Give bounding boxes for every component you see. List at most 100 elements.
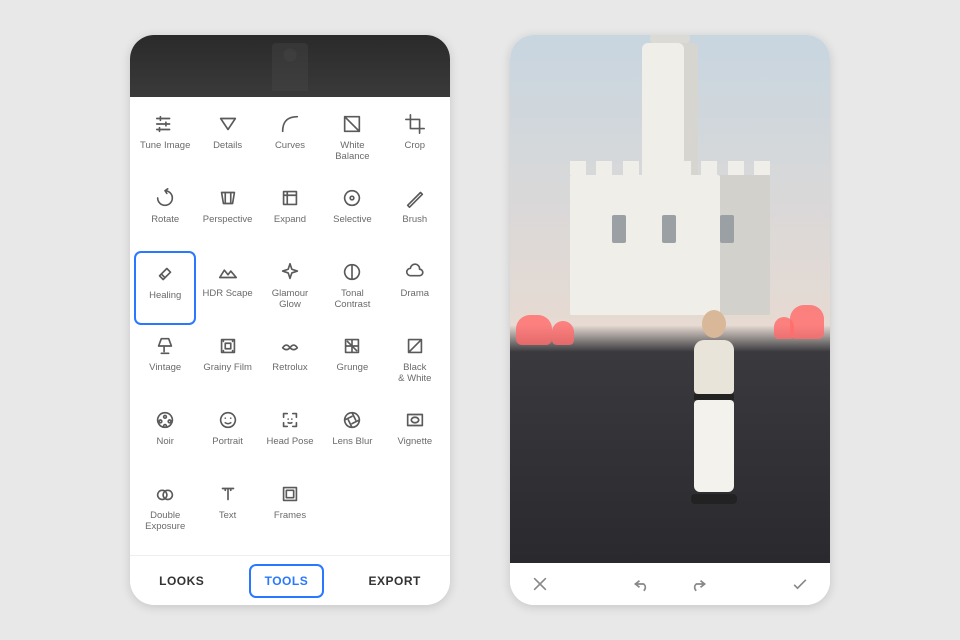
grunge-icon	[339, 333, 365, 359]
tool-label: Details	[213, 141, 242, 152]
tool-frames[interactable]: Frames	[259, 473, 321, 547]
tool-hdr-scape[interactable]: HDR Scape	[196, 251, 258, 325]
tool-label: Vintage	[149, 363, 181, 374]
tool-lens-blur[interactable]: Lens Blur	[321, 399, 383, 473]
bandage-icon	[152, 261, 178, 287]
tool-grunge[interactable]: Grunge	[321, 325, 383, 399]
tool-label: White Balance	[335, 141, 369, 163]
tool-label: Double Exposure	[145, 511, 185, 533]
bw-icon	[402, 333, 428, 359]
tool-label: Black & White	[398, 363, 431, 385]
tool-rotate[interactable]: Rotate	[134, 177, 196, 251]
tool-expand[interactable]: Expand	[259, 177, 321, 251]
tool-tune-image[interactable]: Tune Image	[134, 103, 196, 177]
frame-icon	[277, 481, 303, 507]
tool-label: Glamour Glow	[272, 289, 308, 311]
tool-label: Grunge	[337, 363, 369, 374]
tool-label: HDR Scape	[203, 289, 253, 300]
lamp-icon	[152, 333, 178, 359]
apply-button[interactable]	[784, 568, 816, 600]
tool-label: Selective	[333, 215, 372, 226]
tool-label: Grainy Film	[203, 363, 252, 374]
healing-mark[interactable]	[774, 317, 794, 339]
brush-icon	[402, 185, 428, 211]
tool-tonal-contrast[interactable]: Tonal Contrast	[321, 251, 383, 325]
tool-retrolux[interactable]: Retrolux	[259, 325, 321, 399]
tool-perspective[interactable]: Perspective	[196, 177, 258, 251]
photo-subject-person	[686, 310, 742, 520]
tool-label: Healing	[149, 291, 181, 302]
tool-curves[interactable]: Curves	[259, 103, 321, 177]
tool-label: Lens Blur	[332, 437, 372, 448]
tool-drama[interactable]: Drama	[384, 251, 446, 325]
tools-screen: Tune Image Details Curves White Balance Crop…	[130, 35, 450, 605]
tools-panel: Tune Image Details Curves White Balance Crop…	[130, 97, 450, 555]
aperture-icon	[339, 407, 365, 433]
face-icon	[215, 407, 241, 433]
curve-icon	[277, 111, 303, 137]
tool-label: Expand	[274, 215, 306, 226]
triangle-down-icon	[215, 111, 241, 137]
mountains-icon	[215, 259, 241, 285]
text-icon	[215, 481, 241, 507]
tool-label: Brush	[402, 215, 427, 226]
tool-healing[interactable]: Healing	[134, 251, 196, 325]
tool-black-white[interactable]: Black & White	[384, 325, 446, 399]
tool-selective[interactable]: Selective	[321, 177, 383, 251]
wb-icon	[339, 111, 365, 137]
overlap-icon	[152, 481, 178, 507]
tool-label: Retrolux	[272, 363, 307, 374]
tool-brush[interactable]: Brush	[384, 177, 446, 251]
face-scan-icon	[277, 407, 303, 433]
tool-double-exposure[interactable]: Double Exposure	[134, 473, 196, 547]
redo-button[interactable]	[682, 568, 714, 600]
sliders-icon	[152, 111, 178, 137]
photo-subject-building	[570, 175, 770, 315]
rotate-icon	[152, 185, 178, 211]
target-icon	[339, 185, 365, 211]
tool-grainy-film[interactable]: Grainy Film	[196, 325, 258, 399]
tool-text[interactable]: Text	[196, 473, 258, 547]
tool-label: Text	[219, 511, 236, 522]
perspective-icon	[215, 185, 241, 211]
tool-portrait[interactable]: Portrait	[196, 399, 258, 473]
editor-action-bar	[510, 563, 830, 605]
undo-button[interactable]	[626, 568, 658, 600]
tool-glamour-glow[interactable]: Glamour Glow	[259, 251, 321, 325]
tool-label: Noir	[156, 437, 173, 448]
tool-label: Rotate	[151, 215, 179, 226]
tool-label: Crop	[405, 141, 426, 152]
vignette-icon	[402, 407, 428, 433]
healing-mark[interactable]	[516, 315, 552, 345]
tool-vignette[interactable]: Vignette	[384, 399, 446, 473]
tool-label: Frames	[274, 511, 306, 522]
film-icon	[215, 333, 241, 359]
healing-editor-screen	[510, 35, 830, 605]
tab-export[interactable]: EXPORT	[355, 566, 435, 596]
tool-label: Curves	[275, 141, 305, 152]
tool-details[interactable]: Details	[196, 103, 258, 177]
tool-label: Tonal Contrast	[334, 289, 370, 311]
tab-looks[interactable]: LOOKS	[145, 566, 218, 596]
healing-mark[interactable]	[790, 305, 824, 339]
close-button[interactable]	[524, 568, 556, 600]
mustache-icon	[277, 333, 303, 359]
reel-icon	[152, 407, 178, 433]
tool-label: Drama	[401, 289, 430, 300]
photo-canvas[interactable]	[510, 35, 830, 563]
tool-label: Head Pose	[266, 437, 313, 448]
cloud-icon	[402, 259, 428, 285]
tool-noir[interactable]: Noir	[134, 399, 196, 473]
tab-tools[interactable]: TOOLS	[249, 564, 325, 598]
tool-label: Perspective	[203, 215, 253, 226]
tool-white-balance[interactable]: White Balance	[321, 103, 383, 177]
tool-crop[interactable]: Crop	[384, 103, 446, 177]
crop-icon	[402, 111, 428, 137]
tool-head-pose[interactable]: Head Pose	[259, 399, 321, 473]
tool-label: Portrait	[212, 437, 243, 448]
photo-preview-dimmed	[130, 35, 450, 97]
contrast-icon	[339, 259, 365, 285]
healing-mark[interactable]	[552, 321, 574, 345]
tool-vintage[interactable]: Vintage	[134, 325, 196, 399]
sparkle-icon	[277, 259, 303, 285]
